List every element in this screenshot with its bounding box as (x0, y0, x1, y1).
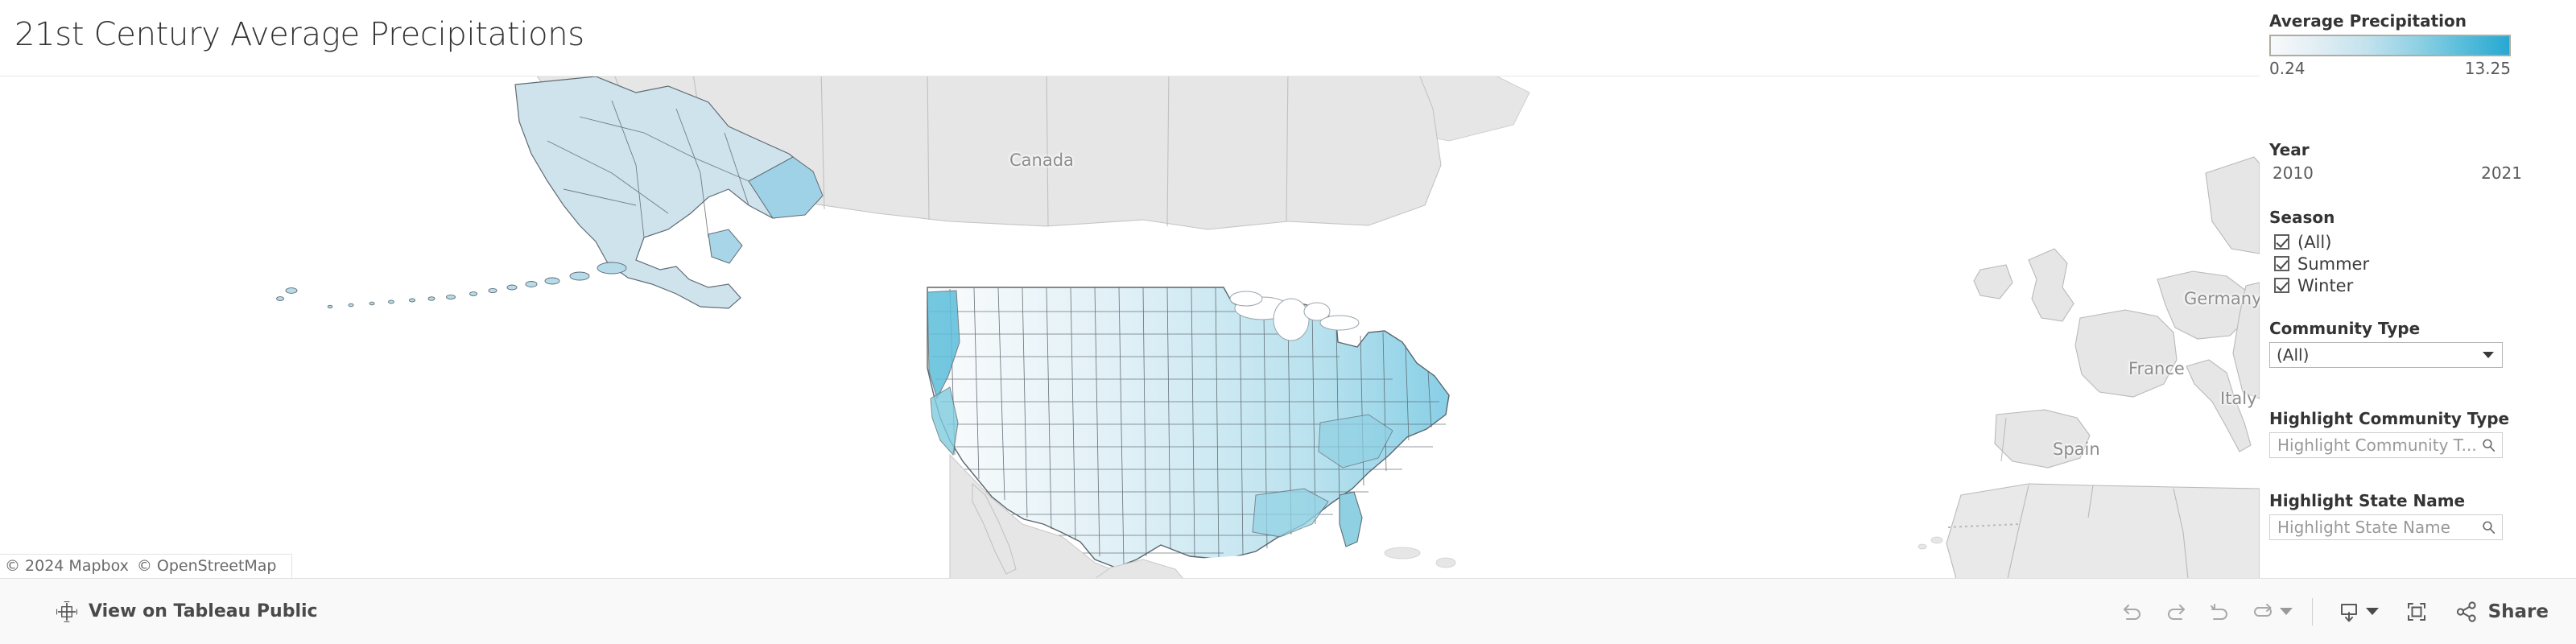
year-range-labels: 2010 2021 (2269, 163, 2525, 183)
season-option-label: (All) (2297, 232, 2332, 252)
highlight-community-type-input[interactable]: Highlight Community T... (2269, 432, 2503, 458)
openstreetmap-attribution[interactable]: © OpenStreetMap (137, 557, 277, 575)
highlight-community-type-filter: Highlight Community Type Highlight Commu… (2269, 409, 2569, 458)
community-type-selected-value: (All) (2277, 345, 2310, 365)
legend-gradient-bar (2269, 35, 2511, 56)
map-canvas[interactable]: Canada Mexico Germany France Italy Spain… (0, 76, 2260, 578)
download-dropdown-caret-icon[interactable] (2365, 608, 2379, 615)
season-option-label: Summer (2297, 254, 2370, 274)
download-button[interactable] (2327, 590, 2371, 634)
view-on-tableau-public-label: View on Tableau Public (89, 601, 318, 621)
undo-icon (2123, 604, 2140, 620)
toolbar-actions: Share (2111, 590, 2576, 634)
checkbox-icon[interactable] (2274, 234, 2289, 250)
highlight-community-type-title: Highlight Community Type (2269, 409, 2510, 428)
checkbox-icon[interactable] (2274, 256, 2289, 271)
tableau-logo-icon (56, 601, 77, 622)
revert-icon (2210, 603, 2227, 620)
highlight-state-name-title: Highlight State Name (2269, 491, 2466, 510)
year-min-label: 2010 (2273, 163, 2314, 183)
download-icon (2340, 603, 2357, 621)
refresh-button[interactable] (2241, 590, 2285, 634)
refresh-dropdown-caret-icon[interactable] (2279, 608, 2293, 615)
map-geography (0, 76, 2260, 578)
year-filter[interactable]: Year 2010 2021 (2269, 140, 2569, 183)
highlight-state-name-input[interactable]: Highlight State Name (2269, 514, 2503, 540)
mapbox-attribution[interactable]: © 2024 Mapbox (5, 557, 129, 575)
precipitation-legend: Average Precipitation 0.24 13.25 (2269, 11, 2569, 78)
tableau-dashboard: 21st Century Average Precipitations Cana… (0, 0, 2576, 644)
revert-button[interactable] (2198, 590, 2241, 634)
community-type-select[interactable]: (All) (2269, 342, 2503, 368)
highlight-community-type-placeholder: Highlight Community T... (2277, 436, 2477, 455)
year-filter-title: Year (2269, 140, 2310, 159)
undo-button[interactable] (2111, 590, 2154, 634)
page-title: 21st Century Average Precipitations (14, 16, 584, 53)
season-filter-title: Season (2269, 208, 2335, 227)
dashboard-title-bar: 21st Century Average Precipitations (0, 0, 2576, 76)
map-attribution: © 2024 Mapbox © OpenStreetMap (0, 554, 292, 578)
toolbar-divider (2311, 597, 2313, 625)
highlight-state-name-placeholder: Highlight State Name (2277, 518, 2450, 537)
community-type-title: Community Type (2269, 319, 2421, 338)
refresh-icon (2253, 603, 2272, 617)
fullscreen-button[interactable] (2395, 590, 2438, 634)
search-icon[interactable] (2481, 520, 2496, 535)
map-visualization[interactable]: Canada Mexico Germany France Italy Spain… (0, 76, 2260, 578)
share-button[interactable]: Share (2453, 598, 2549, 625)
share-icon (2456, 601, 2476, 622)
legend-max-value: 13.25 (2464, 59, 2511, 78)
season-checkbox-winter[interactable]: Winter (2274, 275, 2569, 296)
legend-min-value: 0.24 (2269, 59, 2306, 78)
filters-panel: Average Precipitation 0.24 13.25 Year 20… (2260, 11, 2576, 578)
season-checkbox-all[interactable]: (All) (2274, 231, 2569, 253)
checkbox-icon[interactable] (2274, 278, 2289, 293)
redo-icon (2167, 604, 2185, 620)
season-option-label: Winter (2297, 275, 2354, 295)
legend-title: Average Precipitation (2269, 11, 2467, 31)
redo-button[interactable] (2154, 590, 2198, 634)
share-label: Share (2487, 601, 2549, 622)
year-max-label: 2021 (2481, 163, 2522, 183)
view-on-tableau-public-link[interactable]: View on Tableau Public (55, 600, 318, 624)
community-type-filter: Community Type (All) (2269, 319, 2569, 368)
highlight-state-name-filter: Highlight State Name Highlight State Nam… (2269, 491, 2569, 540)
bottom-toolbar: View on Tableau Public Share (0, 578, 2576, 644)
fullscreen-icon (2407, 602, 2425, 621)
legend-scale: 0.24 13.25 (2269, 59, 2511, 78)
chevron-down-icon[interactable] (2483, 352, 2494, 358)
season-checkbox-summer[interactable]: Summer (2274, 253, 2569, 275)
season-filter: Season (All) Summer Winter (2269, 208, 2569, 296)
search-icon[interactable] (2481, 438, 2496, 453)
